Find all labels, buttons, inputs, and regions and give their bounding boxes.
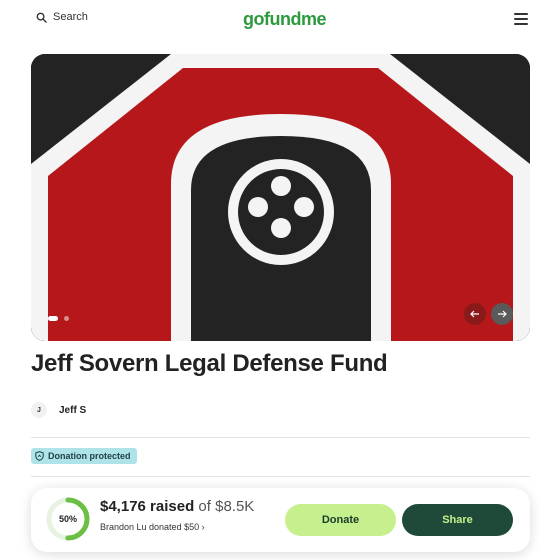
- hamburger-menu-icon[interactable]: [514, 13, 528, 25]
- goal-amount: of $8.5K: [198, 498, 255, 515]
- chevron-right-icon: ›: [201, 522, 205, 532]
- progress-percent: 50%: [58, 514, 77, 524]
- search-icon: [36, 12, 47, 23]
- carousel-next-button[interactable]: [491, 303, 513, 325]
- shield-icon: [35, 451, 44, 461]
- gofundme-logo[interactable]: gofundme: [243, 9, 327, 30]
- divider: [31, 437, 530, 438]
- carousel-indicators: [48, 316, 69, 321]
- donation-bar: 50% $4,176 raised of $8.5K Brandon Lu do…: [31, 488, 530, 552]
- carousel-prev-button[interactable]: [464, 303, 486, 325]
- donate-button[interactable]: Donate: [285, 504, 396, 536]
- recent-donation-link[interactable]: Brandon Lu donated $50 ›: [100, 522, 205, 532]
- raised-amount: $4,176 raised: [100, 498, 195, 515]
- carousel-dot[interactable]: [64, 316, 69, 321]
- organizer-name: Jeff S: [59, 404, 87, 416]
- top-bar: Search gofundme: [0, 0, 560, 40]
- carousel-dot-active[interactable]: [48, 316, 58, 321]
- share-button[interactable]: Share: [402, 504, 513, 536]
- arrow-left-icon: [470, 310, 479, 318]
- amount-raised: $4,176 raised of $8.5K: [100, 498, 254, 515]
- arrow-right-icon: [498, 310, 507, 318]
- search-button[interactable]: Search: [36, 11, 88, 23]
- organizer[interactable]: J Jeff S: [31, 402, 86, 418]
- donation-protected-badge[interactable]: Donation protected: [31, 448, 137, 464]
- recent-donation-text: Brandon Lu donated $50: [100, 522, 200, 532]
- avatar: J: [31, 402, 47, 418]
- divider: [31, 476, 530, 477]
- search-label: Search: [53, 11, 88, 23]
- badge-label: Donation protected: [48, 451, 131, 461]
- hero-image[interactable]: [31, 54, 530, 341]
- campaign-title: Jeff Sovern Legal Defense Fund: [31, 350, 388, 377]
